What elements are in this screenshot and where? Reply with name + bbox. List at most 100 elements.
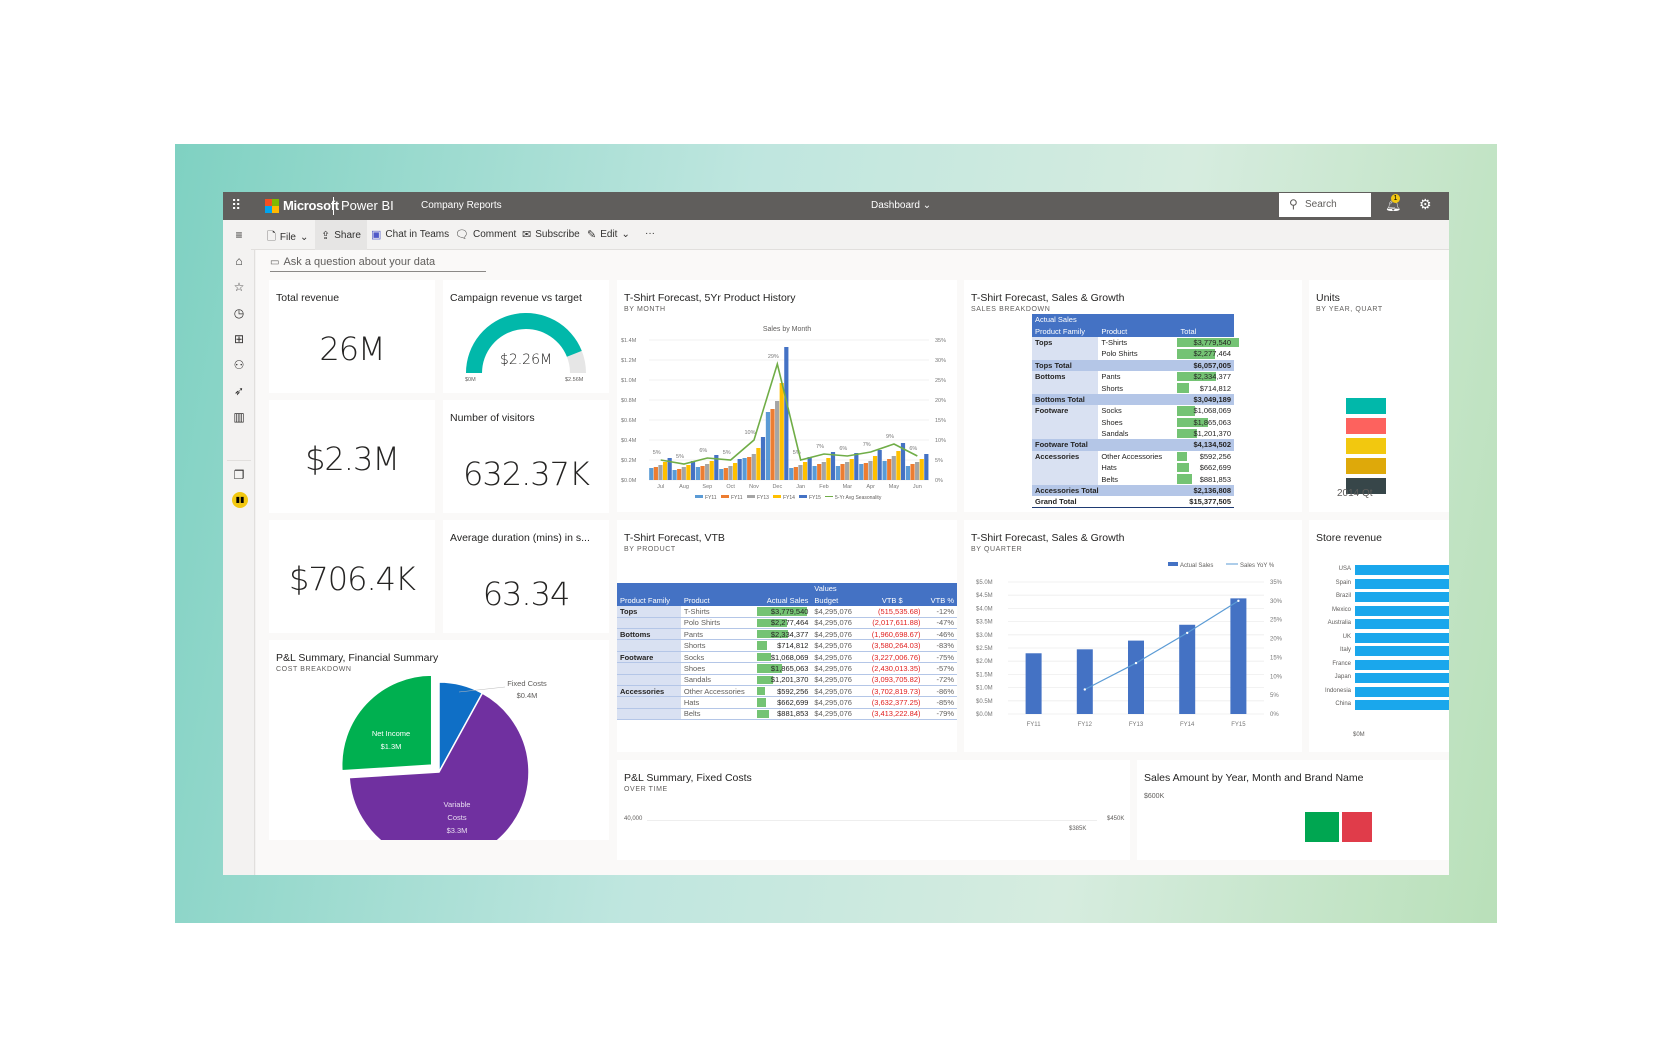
table-row[interactable]: Footware Socks $1,068,069 $4,295,076 (3,227,… bbox=[617, 651, 957, 663]
tile-visitors[interactable]: Number of visitors 632.37K bbox=[443, 400, 609, 513]
total-cell: $662,699 bbox=[1177, 462, 1234, 473]
total-row[interactable]: Footware Total $4,134,502 bbox=[1032, 439, 1234, 451]
tile-5yr-history[interactable]: T-Shirt Forecast, 5Yr Product History BY… bbox=[617, 280, 957, 512]
bar bbox=[723, 468, 728, 480]
workspace-breadcrumb[interactable]: Company Reports bbox=[421, 200, 502, 211]
cell-value: $1,201,370 bbox=[1193, 429, 1231, 439]
product-cell: Shorts bbox=[683, 641, 706, 651]
app-launcher-icon[interactable]: ⠿ bbox=[231, 197, 247, 213]
tile-total-revenue[interactable]: Total revenue 26M bbox=[269, 280, 435, 393]
y-axis-tick: $1.2M bbox=[621, 358, 637, 364]
table-row[interactable]: Sandals $1,201,370 bbox=[1032, 427, 1234, 440]
column-header[interactable]: Product bbox=[680, 594, 758, 606]
learn-book-icon[interactable]: ▥ bbox=[223, 410, 255, 424]
search-input[interactable]: ⚲ Search bbox=[1279, 193, 1371, 217]
table-row[interactable]: Shorts $714,812 bbox=[1032, 382, 1234, 394]
table-row[interactable]: Bottoms Pants $2,334,377 bbox=[1032, 370, 1234, 383]
table-row[interactable]: Tops T-Shirts $3,779,540 $4,295,076 (515,535… bbox=[617, 605, 957, 618]
product-name[interactable]: Power BI bbox=[341, 198, 394, 213]
tile-campaign-gauge[interactable]: Campaign revenue vs target $2.26M $0M $2… bbox=[443, 280, 609, 393]
favorites-star-icon[interactable]: ☆ bbox=[223, 280, 255, 294]
table-row[interactable]: Polo Shirts $2,277,464 bbox=[1032, 348, 1234, 360]
bar-row: Spain bbox=[1309, 578, 1449, 590]
total-row[interactable]: Grand Total $15,377,505 bbox=[1032, 496, 1234, 509]
table-row[interactable]: Bottoms Pants $2,334,377 $4,295,076 (1,960,6… bbox=[617, 628, 957, 640]
actual-sales-cell: $1,201,370 bbox=[757, 674, 811, 685]
column-header[interactable]: VTB % bbox=[923, 594, 957, 606]
bar-row: UK bbox=[1309, 632, 1449, 644]
qa-input[interactable]: ▭ Ask a question about your data bbox=[270, 256, 486, 272]
chat-in-teams-button[interactable]: ▣ Chat in Teams bbox=[371, 228, 449, 241]
total-row[interactable]: Tops Total $6,057,005 bbox=[1032, 359, 1234, 371]
tile-sales-amount[interactable]: Sales Amount by Year, Month and Brand Na… bbox=[1137, 760, 1449, 860]
comment-button[interactable]: 🗨︎ Comment bbox=[455, 228, 516, 241]
tile-sales-by-quarter[interactable]: T-Shirt Forecast, Sales & Growth BY QUAR… bbox=[964, 520, 1302, 752]
bar bbox=[728, 466, 733, 480]
shared-with-me-icon[interactable]: ⚇ bbox=[223, 358, 255, 372]
notifications-bell-icon[interactable]: 🔔︎ 1 bbox=[1385, 194, 1402, 213]
workspaces-icon[interactable]: ❐ bbox=[223, 468, 255, 482]
bar bbox=[830, 452, 836, 480]
bar-row: Italy bbox=[1309, 645, 1449, 657]
table-row[interactable]: Belts $881,853 $4,295,076 (3,413,222.84) -79… bbox=[617, 708, 957, 720]
data-label: 10% bbox=[744, 430, 755, 436]
edit-menu[interactable]: ✎ Edit ⌄ bbox=[587, 228, 630, 241]
tile-kpi-3[interactable]: $706.4K bbox=[269, 520, 435, 633]
share-button[interactable]: ⇪ Share bbox=[315, 220, 367, 250]
y-axis-tick: $1.0M bbox=[976, 686, 993, 692]
bar bbox=[877, 450, 882, 480]
view-selector[interactable]: Dashboard ⌄ bbox=[871, 200, 931, 211]
bar bbox=[1025, 653, 1042, 714]
data-label: 5% bbox=[723, 450, 731, 456]
home-icon[interactable]: ⌂ bbox=[223, 254, 255, 268]
file-menu[interactable]: 🗋 File ⌄ bbox=[267, 228, 308, 247]
column-header[interactable]: Product Family bbox=[617, 594, 681, 606]
bar bbox=[737, 459, 742, 480]
table-row[interactable]: Accessories Other Accessories $592,256 bbox=[1032, 450, 1234, 463]
table-row[interactable]: Footware Socks $1,068,069 bbox=[1032, 405, 1234, 417]
column-header[interactable]: VTB $ bbox=[861, 594, 924, 606]
tile-avg-duration[interactable]: Average duration (mins) in s... 63.34 bbox=[443, 520, 609, 633]
table-row[interactable]: Shoes $1,865,063 $4,295,076 (2,430,013.35) -… bbox=[617, 662, 957, 675]
vtb-amount-cell: (3,093,705.82) bbox=[871, 675, 921, 685]
product-family-cell: Bottoms bbox=[1032, 370, 1099, 383]
bar bbox=[882, 461, 887, 480]
current-workspace-icon[interactable]: ▮▮ bbox=[232, 492, 248, 508]
table-row[interactable]: Shorts $714,812 $4,295,076 (3,580,264.03) -8… bbox=[617, 639, 957, 652]
table-row[interactable]: Hats $662,699 bbox=[1032, 462, 1234, 474]
table-row[interactable]: Tops T-Shirts $3,779,540 bbox=[1032, 336, 1240, 349]
total-row[interactable]: Accessories Total $2,136,808 bbox=[1032, 484, 1234, 497]
column-header[interactable]: Total bbox=[1177, 325, 1234, 337]
apps-icon[interactable]: ⊞ bbox=[223, 332, 255, 346]
deployment-rocket-icon[interactable]: ➶ bbox=[223, 384, 255, 398]
column-header[interactable]: Product Family bbox=[1032, 325, 1099, 337]
actual-sales-cell: $3,779,540 bbox=[757, 606, 811, 617]
tile-pnl-fixed-costs[interactable]: P&L Summary, Fixed Costs OVER TIME 40,00… bbox=[617, 760, 1130, 860]
total-row[interactable]: Bottoms Total $3,049,189 bbox=[1032, 393, 1234, 406]
tile-store-revenue[interactable]: Store revenue USA Spain Brazil Mexico Austra… bbox=[1309, 520, 1449, 752]
table-row[interactable]: Belts $881,853 bbox=[1032, 473, 1234, 485]
y-axis-tick: $0.5M bbox=[976, 699, 993, 705]
table-row[interactable]: Shoes $1,865,063 bbox=[1032, 416, 1234, 428]
table-row[interactable]: Accessories Other Accessories $592,256 $4,2… bbox=[617, 685, 957, 697]
bar bbox=[924, 454, 929, 480]
tile-kpi-2[interactable]: $2.3M bbox=[269, 400, 435, 513]
settings-gear-icon[interactable]: ⚙ bbox=[1419, 196, 1432, 213]
bar bbox=[798, 465, 803, 480]
tile-pnl-summary[interactable]: P&L Summary, Financial Summary COST BREA… bbox=[269, 640, 609, 840]
table-row[interactable]: Sandals $1,201,370 $4,295,076 (3,093,705.82… bbox=[617, 674, 957, 686]
table-row[interactable]: Hats $662,699 $4,295,076 (3,632,377.25) -85% bbox=[617, 696, 957, 709]
recent-clock-icon[interactable]: ◷ bbox=[223, 306, 255, 320]
data-label: 9% bbox=[886, 434, 894, 440]
column-header[interactable]: Actual Sales bbox=[757, 594, 812, 606]
tile-units[interactable]: Units BY YEAR, QUART 2014 Qt bbox=[1309, 280, 1449, 512]
y2-axis-tick: 35% bbox=[1270, 580, 1283, 586]
subscribe-button[interactable]: ✉ Subscribe bbox=[522, 228, 580, 241]
table-row[interactable]: Polo Shirts $2,277,464 $4,295,076 (2,017,61… bbox=[617, 617, 957, 629]
tile-sales-breakdown[interactable]: T-Shirt Forecast, Sales & Growth SALES B… bbox=[964, 280, 1302, 512]
bar bbox=[887, 459, 892, 480]
column-header[interactable]: Product bbox=[1098, 325, 1178, 337]
more-options-button[interactable]: ··· bbox=[645, 228, 655, 239]
column-header[interactable]: Budget bbox=[811, 594, 862, 606]
tile-vtb[interactable]: T-Shirt Forecast, VTB BY PRODUCT Values … bbox=[617, 520, 957, 752]
